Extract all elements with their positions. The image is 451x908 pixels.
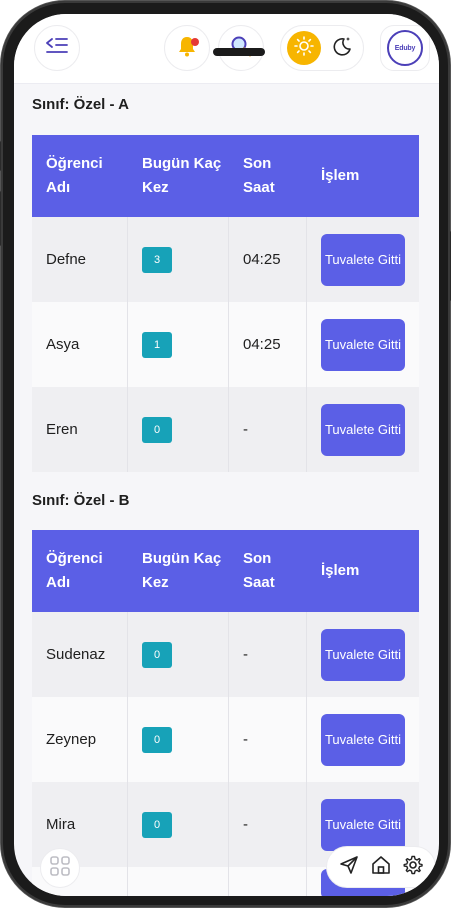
section-title: Sınıf: Özel - A [32, 96, 129, 113]
home-button[interactable] [367, 853, 395, 881]
column-header: Bugün Kaç Kez [142, 550, 222, 591]
empty-cell [229, 867, 307, 896]
phone-side-button [0, 191, 1, 246]
action-cell: Tuvalete Gitti [307, 612, 419, 697]
apps-button[interactable] [40, 848, 80, 888]
action-cell: Tuvalete Gitti [307, 217, 419, 302]
last-time: - [229, 612, 307, 697]
action-cell: Tuvalete Gitti [307, 302, 419, 387]
count-cell: 1 [128, 302, 229, 387]
students-table: Öğrenci Adı Bugün Kaç Kez Son Saat İşlem… [32, 135, 419, 472]
phone-side-button [0, 141, 1, 171]
count-cell: 0 [128, 782, 229, 867]
column-header: Bugün Kaç Kez [142, 155, 222, 196]
table-row: Zeynep 0 - Tuvalete Gitti [32, 697, 419, 782]
column-header: İşlem [321, 562, 360, 579]
notifications-button[interactable] [164, 25, 210, 71]
count-cell: 0 [128, 387, 229, 472]
empty-cell [128, 867, 229, 896]
last-time: 04:25 [229, 217, 307, 302]
count-cell: 0 [128, 612, 229, 697]
theme-toggle[interactable] [280, 25, 364, 71]
student-name: Sudenaz [32, 612, 128, 697]
student-name: Zeynep [32, 697, 128, 782]
dark-mode-button[interactable] [327, 35, 357, 62]
student-name: Defne [32, 217, 128, 302]
sun-icon [294, 35, 314, 61]
count-cell: 0 [128, 697, 229, 782]
last-time: - [229, 387, 307, 472]
action-cell: Tuvalete Gitti [307, 387, 419, 472]
count-badge: 0 [142, 726, 172, 753]
moon-icon [331, 35, 353, 62]
speaker-notch [213, 48, 265, 56]
bottom-nav [326, 846, 436, 888]
gear-icon [403, 855, 423, 880]
light-mode-button[interactable] [287, 31, 321, 65]
table-row: Eren 0 - Tuvalete Gitti [32, 387, 419, 472]
table-header: Öğrenci Adı Bugün Kaç Kez Son Saat İşlem [32, 530, 419, 612]
students-table: Öğrenci Adı Bugün Kaç Kez Son Saat İşlem… [32, 530, 419, 896]
table-row: Sudenaz 0 - Tuvalete Gitti [32, 612, 419, 697]
phone-frame: Eduby Sınıf: Özel - A Öğrenci Adı Bugün … [0, 1, 451, 907]
send-button[interactable] [335, 853, 363, 881]
notification-dot [191, 38, 199, 46]
toilet-went-button[interactable]: Tuvalete Gitti [321, 318, 405, 371]
column-header: Öğrenci Adı [46, 550, 103, 591]
settings-button[interactable] [399, 853, 427, 881]
last-time: 04:25 [229, 302, 307, 387]
send-icon [339, 855, 359, 880]
column-header: Öğrenci Adı [46, 155, 103, 196]
table-row: Asya 1 04:25 Tuvalete Gitti [32, 302, 419, 387]
action-cell: Tuvalete Gitti [307, 697, 419, 782]
column-header: İşlem [321, 167, 360, 184]
toilet-went-button[interactable]: Tuvalete Gitti [321, 403, 405, 456]
column-header: Son Saat [243, 155, 275, 196]
toilet-went-button[interactable]: Tuvalete Gitti [321, 233, 405, 286]
count-badge: 0 [142, 416, 172, 443]
count-badge: 0 [142, 811, 172, 838]
student-name: Asya [32, 302, 128, 387]
menu-collapse-icon [46, 37, 68, 60]
brand-logo: Eduby [387, 30, 423, 66]
profile-logo-button[interactable]: Eduby [380, 25, 430, 71]
toilet-went-button[interactable]: Tuvalete Gitti [321, 713, 405, 766]
table-row: Defne 3 04:25 Tuvalete Gitti [32, 217, 419, 302]
menu-collapse-button[interactable] [34, 25, 80, 71]
column-header: Son Saat [243, 550, 275, 591]
last-time: - [229, 697, 307, 782]
count-cell: 3 [128, 217, 229, 302]
toilet-went-button[interactable]: Tuvalete Gitti [321, 798, 405, 851]
last-time: - [229, 782, 307, 867]
app-screen: Eduby Sınıf: Özel - A Öğrenci Adı Bugün … [14, 14, 439, 896]
grid-icon [50, 855, 70, 881]
student-name: Eren [32, 387, 128, 472]
logo-text: Eduby [394, 44, 416, 52]
count-badge: 1 [142, 331, 172, 358]
table-header: Öğrenci Adı Bugün Kaç Kez Son Saat İşlem [32, 135, 419, 217]
count-badge: 0 [142, 641, 172, 668]
count-badge: 3 [142, 246, 172, 273]
home-icon [371, 855, 391, 880]
toilet-went-button[interactable]: Tuvalete Gitti [321, 628, 405, 681]
section-title: Sınıf: Özel - B [32, 492, 130, 509]
